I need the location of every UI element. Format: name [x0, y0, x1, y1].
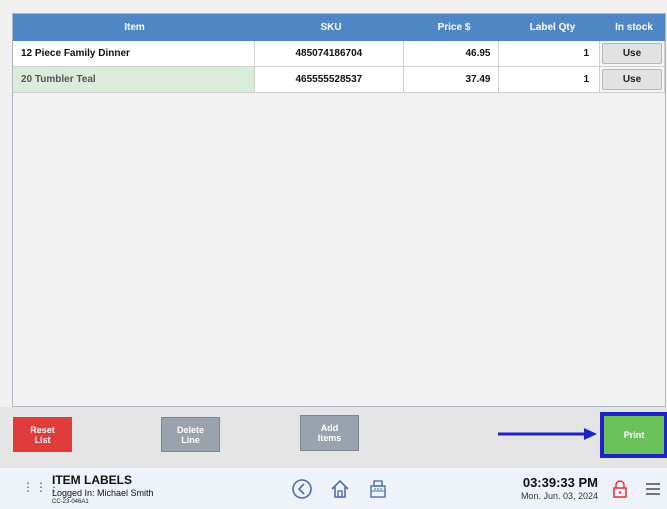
page-title: ITEM LABELS [52, 473, 132, 487]
station-id: CC-23-046A1 [52, 499, 89, 505]
arrow-icon [498, 428, 597, 440]
header-label-qty[interactable]: Label Qty [502, 14, 603, 41]
clock-time: 03:39:33 PM [522, 475, 598, 490]
price-cell[interactable]: 46.95 [403, 41, 500, 67]
table-row[interactable]: 20 Tumbler Teal 465555528537 37.49 1 Use [13, 67, 665, 93]
home-icon[interactable] [329, 478, 351, 500]
reset-list-button[interactable]: Reset List [13, 417, 72, 452]
sku-cell[interactable]: 485074186704 [254, 41, 404, 67]
delete-line-button[interactable]: Delete Line [161, 417, 220, 452]
table-header: Item SKU Price $ Label Qty In stock [13, 14, 665, 41]
menu-icon[interactable] [646, 483, 660, 495]
in-stock-cell: Use [600, 41, 665, 67]
item-cell[interactable]: 20 Tumbler Teal [13, 67, 255, 93]
top-gap [0, 0, 667, 13]
sku-cell[interactable]: 465555528537 [254, 67, 404, 93]
header-item[interactable]: Item [13, 14, 256, 41]
price-cell[interactable]: 37.49 [403, 67, 500, 93]
lock-icon[interactable] [612, 479, 628, 499]
register-icon[interactable] [367, 478, 389, 500]
add-items-button[interactable]: Add Items [300, 415, 359, 451]
clock-date: Mon. Jun. 03, 2024 [520, 491, 598, 501]
print-button[interactable]: Print [604, 416, 664, 454]
action-bar: Reset List Delete Line Add Items Print [0, 407, 667, 467]
item-labels-table: Item SKU Price $ Label Qty In stock 12 P… [12, 13, 666, 407]
item-cell[interactable]: 12 Piece Family Dinner [13, 41, 255, 67]
back-icon[interactable] [291, 478, 313, 500]
label-qty-cell[interactable]: 1 [499, 41, 600, 67]
header-price[interactable]: Price $ [406, 14, 502, 41]
use-button[interactable]: Use [602, 43, 662, 64]
table-row[interactable]: 12 Piece Family Dinner 485074186704 46.9… [13, 41, 665, 67]
status-bar: ⋮⋮⋮ ITEM LABELS Logged In: Michael Smith… [0, 467, 667, 509]
logged-in-user: Logged In: Michael Smith [52, 488, 154, 498]
label-qty-cell[interactable]: 1 [499, 67, 600, 93]
header-in-stock[interactable]: In stock [603, 14, 665, 41]
in-stock-cell: Use [600, 67, 665, 93]
use-button[interactable]: Use [602, 69, 662, 90]
header-sku[interactable]: SKU [256, 14, 406, 41]
